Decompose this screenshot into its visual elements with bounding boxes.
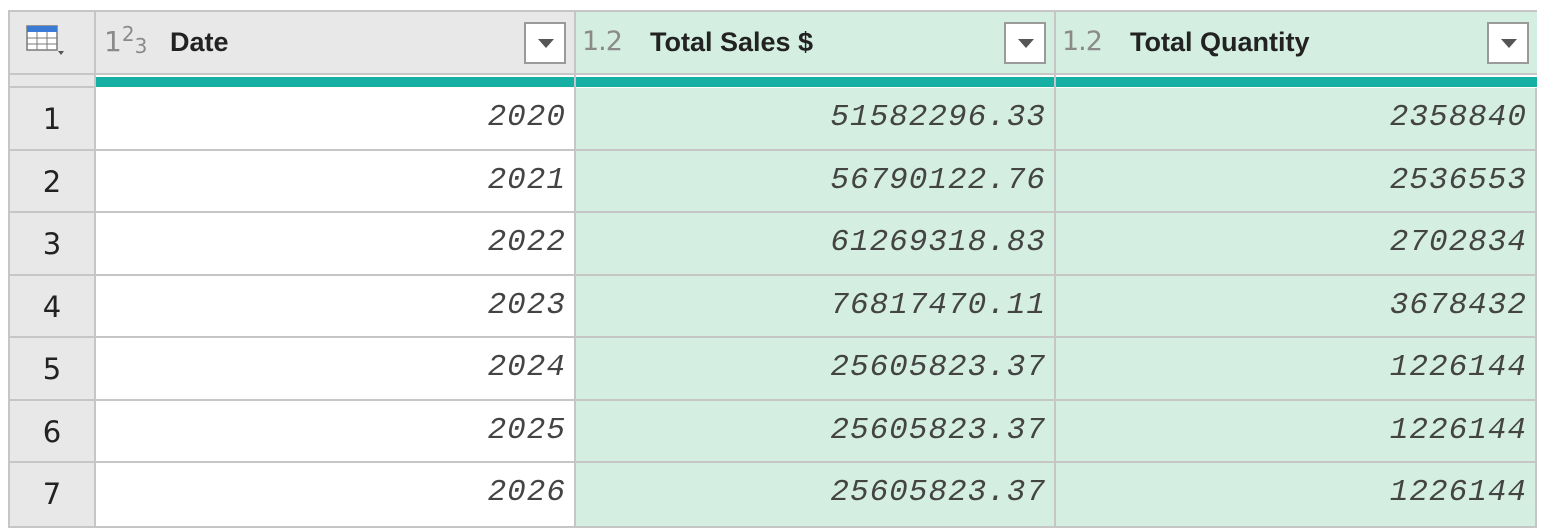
table-menu-icon bbox=[26, 25, 64, 55]
column-title-date: Date bbox=[170, 27, 229, 57]
column-quality-bar-total-sales[interactable] bbox=[576, 75, 1056, 88]
table-row[interactable]: 1 2020 51582296.33 2358840 bbox=[10, 88, 1535, 151]
cell-total-sales[interactable]: 25605823.37 bbox=[576, 463, 1056, 526]
cell-total-quantity[interactable]: 1226144 bbox=[1056, 338, 1535, 401]
table-row[interactable]: 2 2021 56790122.76 2536553 bbox=[10, 150, 1535, 213]
cell-total-sales[interactable]: 25605823.37 bbox=[576, 400, 1056, 463]
dropdown-arrow-icon bbox=[1018, 39, 1034, 48]
table-row[interactable]: 7 2026 25605823.37 1226144 bbox=[10, 463, 1535, 526]
row-number[interactable]: 6 bbox=[10, 400, 96, 463]
cell-value: 3678432 bbox=[1389, 287, 1527, 323]
row-number[interactable]: 3 bbox=[10, 213, 96, 276]
cell-value: 61269318.83 bbox=[830, 225, 1046, 260]
cell-total-quantity[interactable]: 1226144 bbox=[1056, 463, 1535, 526]
dropdown-arrow-icon bbox=[1501, 39, 1517, 48]
cell-value: 2702834 bbox=[1389, 225, 1527, 260]
cell-value: 76817470.11 bbox=[830, 287, 1046, 323]
cell-value: 1226144 bbox=[1389, 350, 1527, 385]
table-menu-button[interactable] bbox=[10, 12, 96, 75]
column-header-total-sales[interactable]: 1.2 Total Sales $ bbox=[576, 12, 1056, 75]
column-title-total-sales: Total Sales $ bbox=[650, 27, 814, 57]
cell-value: 2023 bbox=[487, 287, 566, 323]
quality-strip-corner bbox=[10, 75, 96, 88]
cell-total-sales[interactable]: 51582296.33 bbox=[576, 88, 1056, 151]
cell-total-quantity[interactable]: 3678432 bbox=[1056, 275, 1535, 338]
cell-date[interactable]: 2024 bbox=[96, 338, 576, 401]
cell-value: 2021 bbox=[487, 162, 566, 198]
filter-dropdown-date[interactable] bbox=[524, 22, 566, 64]
cell-date[interactable]: 2020 bbox=[96, 88, 576, 151]
cell-value: 2022 bbox=[487, 225, 566, 260]
cell-value: 2024 bbox=[487, 350, 566, 385]
cell-value: 2536553 bbox=[1389, 162, 1527, 198]
cell-total-quantity[interactable]: 1226144 bbox=[1056, 400, 1535, 463]
cell-value: 25605823.37 bbox=[830, 350, 1046, 385]
cell-value: 2025 bbox=[487, 412, 566, 448]
cell-date[interactable]: 2025 bbox=[96, 400, 576, 463]
table-row[interactable]: 5 2024 25605823.37 1226144 bbox=[10, 338, 1535, 401]
row-number[interactable]: 4 bbox=[10, 275, 96, 338]
whole-number-type-icon[interactable]: 123 bbox=[104, 22, 147, 58]
filter-dropdown-total-quantity[interactable] bbox=[1487, 22, 1529, 64]
table-row[interactable]: 6 2025 25605823.37 1226144 bbox=[10, 400, 1535, 463]
row-number[interactable]: 2 bbox=[10, 150, 96, 213]
cell-value: 2358840 bbox=[1389, 100, 1527, 135]
cell-value: 56790122.76 bbox=[830, 162, 1046, 198]
cell-date[interactable]: 2021 bbox=[96, 150, 576, 213]
cell-total-sales[interactable]: 76817470.11 bbox=[576, 275, 1056, 338]
row-number[interactable]: 1 bbox=[10, 88, 96, 151]
cell-value: 2020 bbox=[487, 100, 566, 135]
row-number[interactable]: 5 bbox=[10, 338, 96, 401]
cell-total-sales[interactable]: 56790122.76 bbox=[576, 150, 1056, 213]
cell-total-sales[interactable]: 25605823.37 bbox=[576, 338, 1056, 401]
column-quality-bar-total-quantity[interactable] bbox=[1056, 75, 1537, 88]
column-header-total-quantity[interactable]: 1.2 Total Quantity bbox=[1056, 12, 1537, 75]
cell-total-sales[interactable]: 61269318.83 bbox=[576, 213, 1056, 276]
column-quality-bar-date[interactable] bbox=[96, 75, 576, 88]
cell-value: 25605823.37 bbox=[830, 412, 1046, 448]
cell-total-quantity[interactable]: 2702834 bbox=[1056, 213, 1535, 276]
cell-date[interactable]: 2022 bbox=[96, 213, 576, 276]
dropdown-arrow-icon bbox=[538, 39, 554, 48]
decimal-type-icon[interactable]: 1.2 bbox=[582, 26, 623, 57]
decimal-type-icon[interactable]: 1.2 bbox=[1062, 26, 1103, 57]
cell-total-quantity[interactable]: 2358840 bbox=[1056, 88, 1535, 151]
filter-dropdown-total-sales[interactable] bbox=[1004, 22, 1046, 64]
table-row[interactable]: 4 2023 76817470.11 3678432 bbox=[10, 275, 1535, 338]
table-row[interactable]: 3 2022 61269318.83 2702834 bbox=[10, 213, 1535, 276]
data-preview-grid: 123 Date 1.2 Total Sales $ 1.2 Total Qua… bbox=[8, 10, 1537, 528]
cell-total-quantity[interactable]: 2536553 bbox=[1056, 150, 1535, 213]
row-number[interactable]: 7 bbox=[10, 463, 96, 526]
cell-value: 25605823.37 bbox=[830, 475, 1046, 510]
cell-date[interactable]: 2023 bbox=[96, 275, 576, 338]
cell-value: 51582296.33 bbox=[830, 100, 1046, 135]
cell-value: 1226144 bbox=[1389, 412, 1527, 448]
cell-value: 1226144 bbox=[1389, 475, 1527, 510]
column-header-date[interactable]: 123 Date bbox=[96, 12, 576, 75]
column-title-total-quantity: Total Quantity bbox=[1130, 27, 1310, 57]
cell-date[interactable]: 2026 bbox=[96, 463, 576, 526]
cell-value: 2026 bbox=[487, 475, 566, 510]
